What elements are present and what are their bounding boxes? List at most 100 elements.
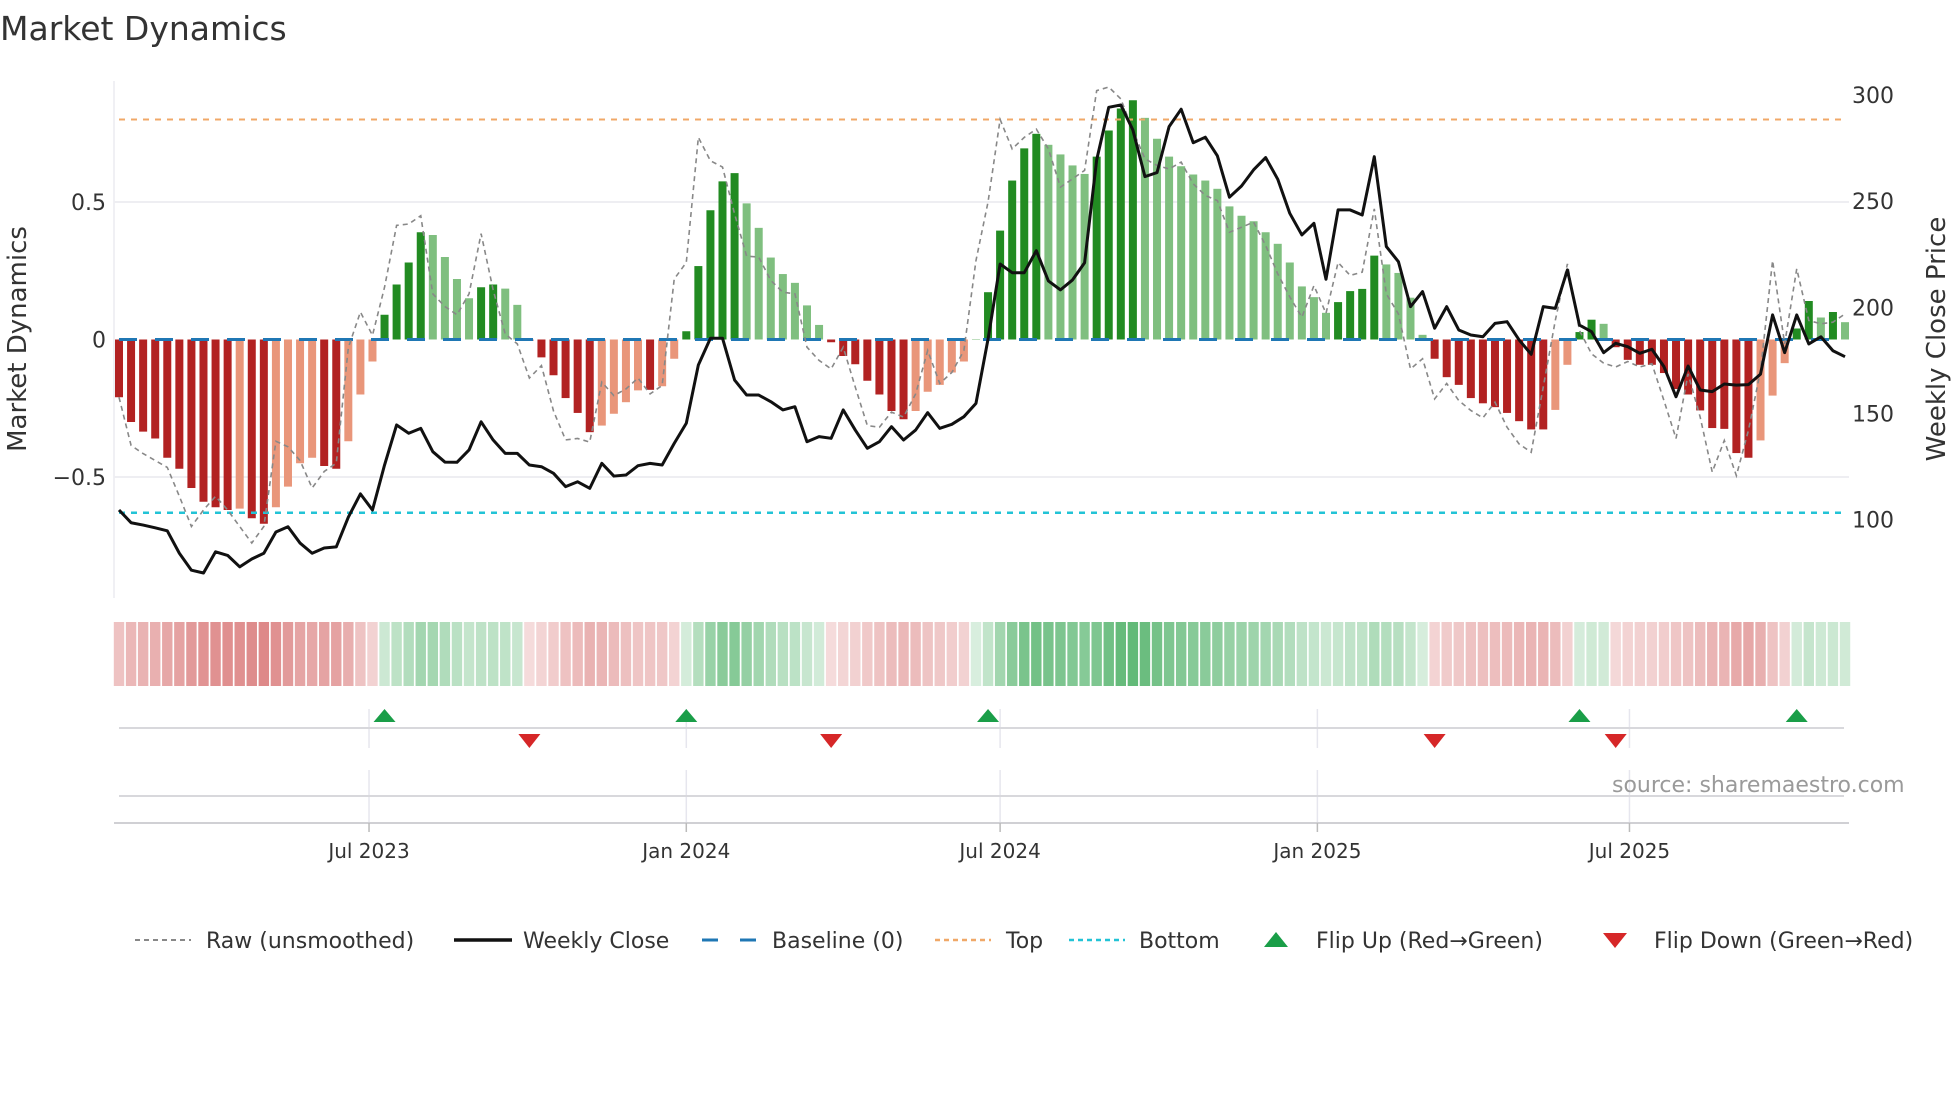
heat-cell: [1598, 622, 1609, 686]
dynamics-bar: [730, 173, 739, 340]
dynamics-bar: [380, 314, 389, 340]
heat-cell: [608, 622, 620, 686]
heat-cell: [1743, 622, 1754, 686]
heat-cell: [1006, 622, 1018, 686]
heat-cell: [681, 622, 692, 686]
dynamics-bar: [187, 339, 196, 488]
heat-cell: [705, 622, 716, 686]
flip-up-icon: [1264, 932, 1288, 947]
heat-cell: [584, 622, 595, 686]
legend-item-close: Weekly Close: [454, 929, 669, 954]
heat-cell: [1332, 622, 1344, 686]
y2-tick-label: 100: [1852, 508, 1894, 533]
y-tick-label: 0.5: [71, 191, 106, 216]
dynamics-bar: [477, 287, 486, 340]
heat-cell: [113, 622, 125, 686]
dynamics-bar: [308, 339, 317, 458]
heat-cell: [1719, 622, 1730, 686]
dynamics-bar: [513, 304, 522, 340]
heat-cell: [1260, 622, 1271, 686]
dynamics-bar: [887, 339, 896, 411]
heat-cell: [379, 622, 390, 686]
left-axis-ticks: 0.5 0 −0.5: [53, 191, 106, 491]
heat-cell: [898, 622, 909, 686]
heat-cell: [1103, 622, 1114, 686]
dynamics-bar: [211, 339, 220, 508]
flip-down-marker: [518, 734, 541, 748]
dynamics-bar: [911, 339, 920, 411]
dynamics-bar: [368, 339, 377, 362]
dynamics-bar: [465, 298, 474, 340]
y2-tick-label: 300: [1852, 84, 1894, 109]
dynamics-bar: [139, 339, 148, 432]
heat-cell: [391, 622, 402, 686]
y-tick-label: −0.5: [53, 466, 106, 491]
dynamics-bars: [115, 100, 1850, 524]
heat-cell: [717, 622, 728, 686]
heat-cell: [463, 622, 475, 686]
heat-cell: [1369, 622, 1380, 686]
heat-cell: [1429, 622, 1440, 686]
heat-cell: [1525, 622, 1537, 686]
dynamics-bar: [127, 339, 136, 422]
heat-cell: [270, 622, 282, 686]
legend-item-baseline: Baseline (0): [702, 929, 903, 954]
flip-down-marker: [820, 734, 843, 748]
heat-cell: [1501, 622, 1513, 686]
dynamics-bar: [1358, 288, 1367, 340]
heat-cell: [825, 622, 837, 686]
dynamics-bar: [573, 339, 582, 413]
heat-cell: [1658, 622, 1670, 686]
dynamics-bar: [1213, 188, 1222, 340]
heat-cell: [1707, 622, 1718, 686]
dynamics-bar: [1165, 156, 1174, 340]
dynamics-bar: [1478, 339, 1487, 404]
legend-item-flip-up: Flip Up (Red→Green): [1264, 929, 1543, 954]
heat-cell: [1815, 622, 1827, 686]
dynamics-bar: [1551, 339, 1560, 410]
heat-cell: [403, 622, 414, 686]
heat-cell: [741, 622, 752, 686]
heat-cell: [729, 622, 740, 686]
heat-cell: [693, 622, 704, 686]
flip-up-marker: [373, 709, 396, 722]
dynamics-bar: [1322, 312, 1330, 340]
heat-cell: [512, 622, 523, 686]
heat-cell: [1550, 622, 1561, 686]
heat-cell: [548, 622, 559, 686]
dynamics-bar: [1309, 297, 1318, 340]
dynamics-bar: [646, 339, 655, 390]
dynamics-bar: [356, 339, 365, 395]
dynamics-bar: [271, 339, 280, 508]
x-tick-label: Jan 2024: [640, 839, 730, 863]
dynamics-bar: [175, 339, 184, 469]
raw-line: [118, 86, 1846, 545]
regime-heat-strip: [113, 622, 1851, 686]
heat-cell: [1091, 622, 1102, 686]
heat-cell: [572, 622, 583, 686]
dynamics-bar: [851, 339, 860, 365]
heat-cell: [125, 622, 137, 686]
heat-cell: [198, 622, 209, 686]
heat-cell: [970, 622, 982, 686]
dynamics-bar: [766, 257, 775, 340]
legend-item-raw: Raw (unsmoothed): [135, 929, 414, 954]
heat-cell: [1755, 622, 1766, 686]
heat-cell: [801, 622, 813, 686]
heat-cell: [1767, 622, 1778, 686]
heat-cell: [910, 622, 921, 686]
heat-cell: [367, 622, 378, 686]
heat-cell: [487, 622, 499, 686]
legend-flip-down-label: Flip Down (Green→Red): [1654, 929, 1913, 954]
main-plot: 0.5 0 −0.5 300 250 200 150 100: [53, 81, 1894, 598]
dynamics-bar: [1273, 243, 1282, 340]
dynamics-bar: [1490, 339, 1499, 408]
dynamics-bar: [296, 339, 305, 464]
heat-cell: [886, 622, 897, 686]
dynamics-bar: [754, 227, 763, 340]
heat-cell: [765, 622, 776, 686]
chart-title: Market Dynamics: [0, 9, 287, 48]
x-tick-label: Jul 2023: [326, 839, 409, 863]
heat-cell: [1670, 622, 1682, 686]
market-dynamics-chart: Market Dynamics 0.5 0 −0.5 300 250 200 150 100…: [0, 9, 1952, 954]
